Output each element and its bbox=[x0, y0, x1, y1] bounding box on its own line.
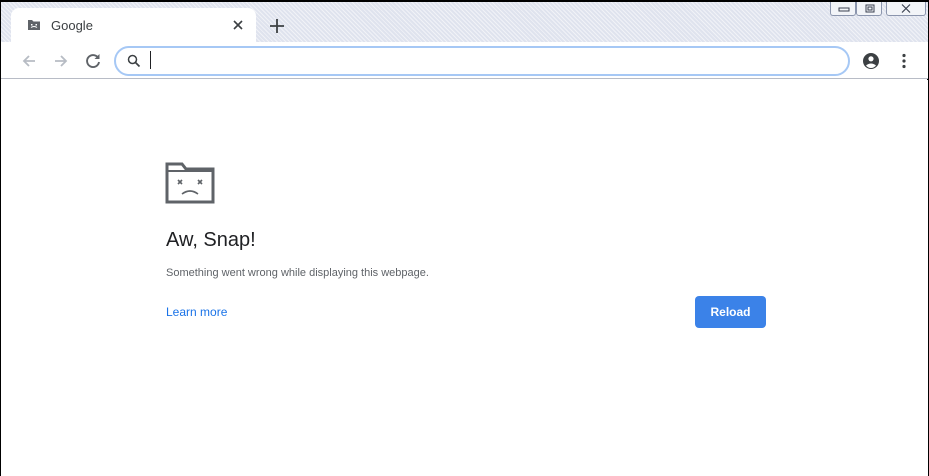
error-page: Aw, Snap! Something went wrong while dis… bbox=[1, 80, 928, 476]
tab-title: Google bbox=[51, 18, 93, 33]
close-icon bbox=[901, 4, 911, 13]
omnibox[interactable] bbox=[114, 46, 850, 76]
minimize-button[interactable] bbox=[830, 2, 856, 16]
error-message: Something went wrong while displaying th… bbox=[166, 267, 429, 279]
more-vert-icon[interactable] bbox=[894, 51, 914, 71]
sad-folder-icon bbox=[28, 20, 40, 30]
arrow-back-icon[interactable] bbox=[19, 51, 39, 71]
minimize-icon bbox=[838, 7, 850, 12]
learn-more-link[interactable]: Learn more bbox=[166, 305, 227, 319]
sad-tab-icon bbox=[165, 162, 215, 204]
window-controls bbox=[830, 2, 926, 16]
new-tab-button[interactable] bbox=[267, 16, 287, 36]
reload-button[interactable]: Reload bbox=[695, 296, 766, 328]
maximize-button[interactable] bbox=[856, 2, 882, 16]
tab-google[interactable]: Google bbox=[11, 8, 256, 42]
browser-window: Google Aw, Snap! Something went wrong wh… bbox=[0, 0, 929, 476]
maximize-icon bbox=[865, 4, 875, 13]
address-input[interactable] bbox=[150, 51, 840, 71]
toolbar bbox=[1, 42, 928, 79]
text-caret bbox=[150, 51, 151, 69]
account-circle-icon[interactable] bbox=[861, 51, 881, 71]
arrow-forward-icon[interactable] bbox=[51, 51, 71, 71]
close-window-button[interactable] bbox=[886, 2, 926, 16]
close-icon[interactable] bbox=[231, 18, 245, 32]
search-icon bbox=[127, 54, 141, 68]
error-title: Aw, Snap! bbox=[166, 229, 256, 251]
tab-strip: Google bbox=[1, 2, 928, 42]
reload-icon[interactable] bbox=[83, 51, 103, 71]
